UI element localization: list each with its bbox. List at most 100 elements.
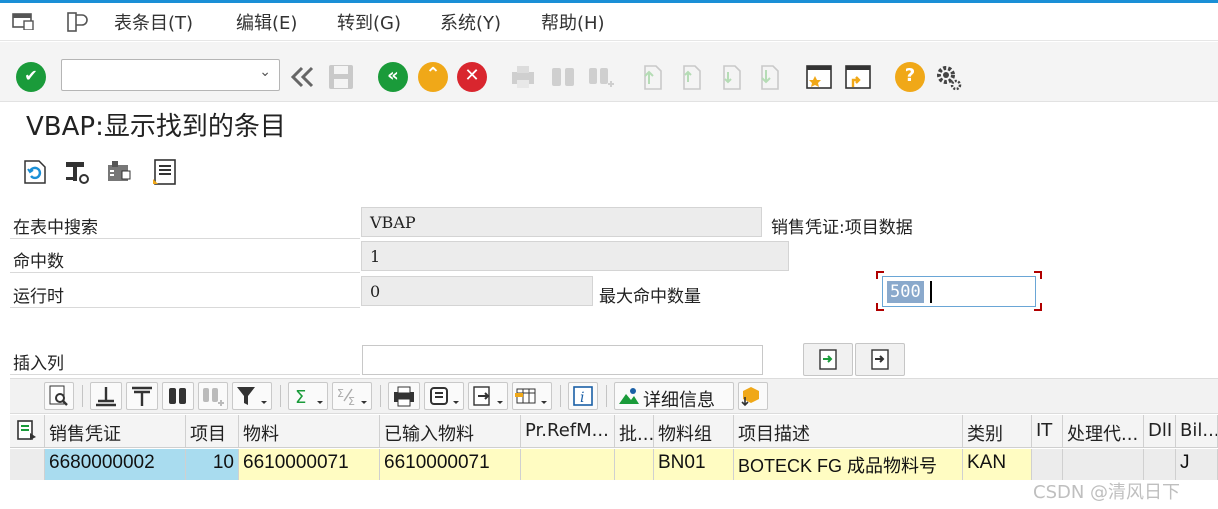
insert-after-icon [871, 349, 889, 370]
table-cell[interactable] [1063, 449, 1144, 480]
menu-help[interactable]: 帮助(H) [541, 9, 605, 35]
table-cell[interactable]: 6610000071 [380, 449, 521, 480]
table-cell[interactable]: 6610000071 [239, 449, 380, 480]
find-next-icon[interactable] [586, 62, 616, 92]
column-header[interactable]: 已输入物料 [380, 415, 521, 448]
sort-ascending-button[interactable] [90, 382, 122, 410]
menu-edit[interactable]: 编辑(E) [236, 9, 297, 35]
text-caret [930, 281, 932, 303]
system-menu-icon[interactable] [12, 12, 34, 30]
table-description: 销售凭证:项目数据 [771, 218, 913, 238]
multi-select-icon[interactable] [104, 157, 134, 187]
info-button[interactable]: i [568, 382, 598, 410]
export-button[interactable] [468, 382, 508, 410]
next-page-icon[interactable] [716, 62, 746, 92]
toolbar-separator [380, 385, 381, 407]
column-header[interactable]: 项目 [186, 415, 239, 448]
insert-column-after-button[interactable] [855, 343, 905, 376]
views-button[interactable] [424, 382, 464, 410]
row-divider [10, 307, 360, 308]
insert-column-icon [819, 349, 837, 370]
selection-criteria-icon[interactable] [62, 157, 92, 187]
column-header[interactable]: 处理代... [1063, 415, 1144, 448]
sort-descending-button[interactable] [126, 382, 158, 410]
save-icon[interactable] [326, 62, 356, 92]
column-header[interactable]: 物料组 [654, 415, 734, 448]
help-icon[interactable]: ? [895, 62, 925, 92]
layout-button[interactable] [512, 382, 552, 410]
shortcut-icon[interactable] [843, 62, 873, 92]
hits-field: 1 [361, 241, 789, 271]
column-header[interactable]: 批... [615, 415, 654, 448]
svg-text:Σ: Σ [295, 387, 306, 408]
column-header[interactable]: 项目描述 [734, 415, 963, 448]
insert-column-button[interactable] [803, 343, 853, 376]
new-session-icon[interactable] [804, 62, 834, 92]
sort-ascending-icon [96, 387, 116, 407]
column-header[interactable]: DlI [1144, 415, 1176, 448]
settings-gear-icon[interactable] [933, 62, 963, 92]
column-header[interactable]: 销售凭证 [45, 415, 186, 448]
rewind-icon[interactable] [288, 62, 318, 92]
column-header[interactable]: 类别 [963, 415, 1032, 448]
last-page-icon[interactable] [754, 62, 784, 92]
column-header[interactable]: 物料 [239, 415, 380, 448]
table-cell[interactable]: J [1176, 449, 1218, 480]
customize-layout-icon[interactable] [66, 12, 88, 32]
command-field[interactable]: ⌄ [61, 59, 280, 91]
svg-text:Σ: Σ [348, 395, 355, 408]
table-cell[interactable]: KAN [963, 449, 1032, 480]
table-cell[interactable]: BN01 [654, 449, 734, 480]
subtotal-icon: ΣΣ [337, 387, 367, 408]
download-button[interactable] [738, 382, 768, 410]
exit-icon[interactable]: ⌃ [418, 62, 448, 92]
toolbar-separator [280, 385, 281, 407]
max-hits-input[interactable]: 500 [882, 276, 1036, 307]
find-icon[interactable] [548, 62, 578, 92]
find-button[interactable] [162, 382, 194, 410]
previous-page-icon[interactable] [676, 62, 706, 92]
table-cell[interactable] [1144, 449, 1176, 480]
max-hits-value: 500 [887, 281, 924, 303]
sigma-icon: Σ [295, 387, 323, 408]
alv-toolbar: Σ ΣΣ i 详细信息 [10, 378, 1218, 414]
print-preview-button[interactable] [388, 382, 420, 410]
menu-goto[interactable]: 转到(G) [337, 9, 401, 35]
table-cell[interactable]: 6680000002 [45, 449, 186, 480]
table-cell[interactable]: BOTECK FG 成品物料号 [734, 449, 963, 480]
filter-button[interactable] [232, 382, 272, 410]
refresh-icon[interactable] [20, 157, 50, 187]
table-cell[interactable] [1032, 449, 1063, 480]
first-page-icon[interactable] [637, 62, 667, 92]
menu-system[interactable]: 系统(Y) [440, 9, 501, 35]
command-dropdown-icon[interactable]: ⌄ [259, 64, 271, 80]
row-divider [10, 272, 360, 273]
row-divider [10, 238, 360, 239]
table-cell[interactable] [521, 449, 615, 480]
cancel-icon[interactable]: ✕ [457, 62, 487, 92]
column-header[interactable]: Pr.RefM... [521, 415, 615, 448]
document-list-icon[interactable] [150, 157, 180, 187]
standard-toolbar: ✔ ⌄ « ⌃ ✕ ? [0, 42, 1218, 102]
table-cell[interactable] [615, 449, 654, 480]
column-header[interactable]: Bil... [1176, 415, 1218, 448]
toolbar-separator [606, 385, 607, 407]
details-label: 详细信息 [643, 390, 715, 411]
info-icon: i [573, 386, 593, 406]
hits-label: 命中数 [13, 252, 64, 272]
insert-column-input[interactable] [362, 345, 763, 375]
back-icon[interactable]: « [378, 62, 408, 92]
details-button[interactable]: 详细信息 [614, 382, 734, 411]
filter-funnel-icon [237, 387, 267, 405]
print-icon[interactable] [508, 62, 538, 92]
row-selector[interactable] [10, 449, 45, 480]
select-all-layout-icon[interactable] [10, 415, 45, 448]
menu-table-entry[interactable]: 表条目(T) [114, 9, 193, 35]
enter-check-icon[interactable]: ✔ [16, 62, 46, 92]
table-cell[interactable]: 10 [186, 449, 239, 480]
column-header[interactable]: IT [1032, 415, 1063, 448]
detail-view-button[interactable] [44, 382, 74, 410]
find-next-button[interactable] [198, 382, 228, 410]
subtotal-button[interactable]: ΣΣ [332, 382, 372, 410]
total-button[interactable]: Σ [288, 382, 328, 410]
